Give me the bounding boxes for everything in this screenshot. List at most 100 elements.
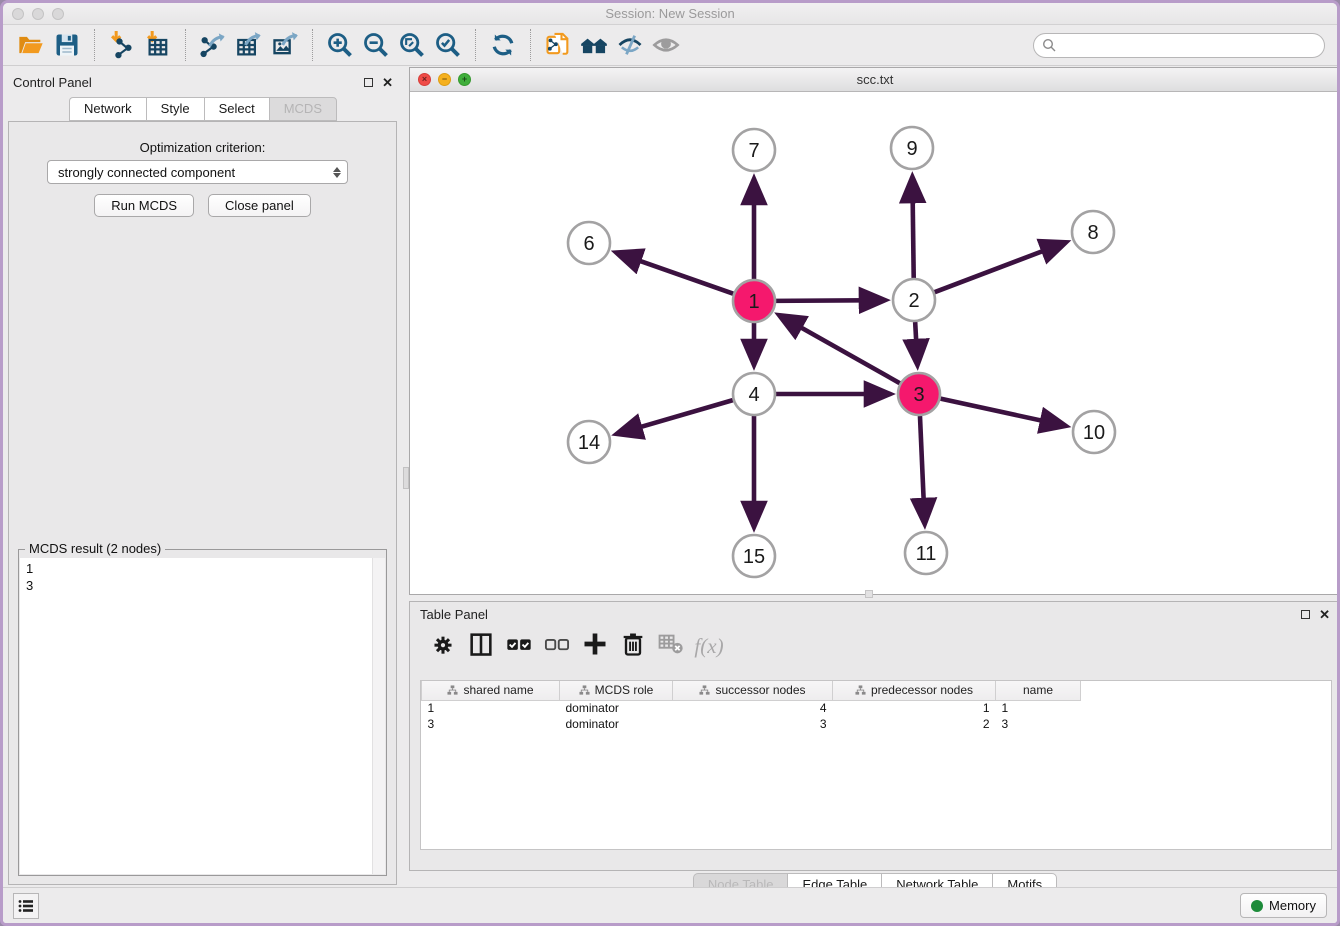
table-cell[interactable]: 1 [996, 700, 1081, 716]
table-row[interactable]: 1dominator411 [422, 700, 1081, 716]
graph-node-11[interactable]: 11 [905, 532, 947, 574]
graph-node-3[interactable]: 3 [898, 373, 940, 415]
home-layout-icon [580, 31, 608, 59]
graph-node-8[interactable]: 8 [1072, 211, 1114, 253]
node-label: 3 [913, 384, 924, 406]
import-table-icon [144, 31, 172, 59]
graph-node-14[interactable]: 14 [568, 421, 610, 463]
run-mcds-button[interactable]: Run MCDS [94, 194, 194, 217]
export-image-button[interactable] [267, 28, 303, 62]
table-cell[interactable]: 3 [673, 716, 833, 732]
table-cell[interactable]: 3 [996, 716, 1081, 732]
network-graph: 7 9 6 8 1 2 4 3 14 10 15 11 [410, 92, 1340, 594]
copy-network-button[interactable] [540, 28, 576, 62]
node-label: 11 [916, 543, 937, 565]
network-canvas[interactable]: 7 9 6 8 1 2 4 3 14 10 15 11 [410, 92, 1340, 594]
node-label: 6 [583, 233, 594, 255]
table-cell[interactable]: 2 [833, 716, 996, 732]
memory-button[interactable]: Memory [1240, 893, 1327, 918]
float-table-panel-icon[interactable] [1301, 610, 1310, 619]
deselect-all-button[interactable] [540, 630, 574, 662]
zoom-out-button[interactable] [358, 28, 394, 62]
apply-layout-button[interactable] [485, 28, 521, 62]
delete-column-button[interactable] [616, 630, 650, 662]
close-table-panel-icon[interactable]: ✕ [1319, 608, 1330, 621]
table-body: 1dominator4113dominator323 [422, 700, 1081, 732]
show-graphics-icon [652, 31, 680, 59]
column-tree-icon [855, 685, 866, 696]
close-panel-button[interactable]: Close panel [208, 194, 311, 217]
home-layout-button[interactable] [576, 28, 612, 62]
node-label: 1 [748, 291, 759, 313]
graph-node-7[interactable]: 7 [733, 129, 775, 171]
open-file-button[interactable] [13, 28, 49, 62]
column-header-mcds-role[interactable]: MCDS role [560, 681, 673, 700]
table-cell[interactable]: 1 [422, 700, 560, 716]
tab-network[interactable]: Network [69, 97, 146, 121]
criterion-selected-value: strongly connected component [58, 165, 235, 180]
column-header-predecessor-nodes[interactable]: predecessor nodes [833, 681, 996, 700]
close-panel-icon[interactable]: ✕ [382, 76, 393, 89]
edge-2-3[interactable] [915, 322, 917, 364]
search-box[interactable] [1033, 33, 1325, 58]
network-titlebar[interactable]: × − + scc.txt [410, 68, 1340, 92]
tab-style[interactable]: Style [146, 97, 204, 121]
export-table-button[interactable] [231, 28, 267, 62]
mcds-result-text[interactable]: 1 3 [20, 558, 372, 874]
tab-select[interactable]: Select [204, 97, 269, 121]
zoom-fit-icon [398, 31, 426, 59]
import-table-button[interactable] [140, 28, 176, 62]
zoom-in-icon [326, 31, 354, 59]
graph-node-6[interactable]: 6 [568, 222, 610, 264]
network-resize-handle[interactable] [865, 590, 873, 598]
table-cell[interactable]: dominator [560, 700, 673, 716]
float-panel-icon[interactable] [364, 78, 373, 87]
node-label: 9 [906, 138, 917, 160]
function-builder-icon: f(x) [694, 634, 723, 659]
add-column-button[interactable] [578, 630, 612, 662]
zoom-fit-button[interactable] [394, 28, 430, 62]
edge-4-14[interactable] [618, 400, 733, 433]
save-session-button[interactable] [49, 28, 85, 62]
graph-node-10[interactable]: 10 [1073, 411, 1115, 453]
select-all-button[interactable] [502, 630, 536, 662]
graph-node-2[interactable]: 2 [893, 279, 935, 321]
graph-node-4[interactable]: 4 [733, 373, 775, 415]
settings-gear-button[interactable] [426, 630, 460, 662]
search-icon [1042, 38, 1056, 52]
edge-2-9[interactable] [912, 178, 913, 278]
tab-mcds[interactable]: MCDS [269, 97, 337, 121]
hide-details-button[interactable] [612, 28, 648, 62]
export-network-button[interactable] [195, 28, 231, 62]
edge-1-2[interactable] [776, 300, 884, 301]
column-tree-icon [579, 685, 590, 696]
graph-node-1[interactable]: 1 [733, 280, 775, 322]
table-row[interactable]: 3dominator323 [422, 716, 1081, 732]
table-cell[interactable]: dominator [560, 716, 673, 732]
column-header-name[interactable]: name [996, 681, 1081, 700]
edge-3-10[interactable] [940, 399, 1064, 426]
graph-node-9[interactable]: 9 [891, 127, 933, 169]
table-cell[interactable]: 1 [833, 700, 996, 716]
split-panel-button[interactable] [464, 630, 498, 662]
node-label: 14 [578, 432, 600, 454]
edge-3-11[interactable] [920, 416, 925, 523]
table-cell[interactable]: 4 [673, 700, 833, 716]
graph-node-15[interactable]: 15 [733, 535, 775, 577]
column-header-successor-nodes[interactable]: successor nodes [673, 681, 833, 700]
zoom-in-button[interactable] [322, 28, 358, 62]
table-cell[interactable]: 3 [422, 716, 560, 732]
toolbar-separator [530, 29, 531, 61]
task-history-button[interactable] [13, 893, 39, 919]
result-scrollbar[interactable] [372, 558, 385, 874]
search-input[interactable] [1061, 38, 1316, 53]
zoom-selected-button[interactable] [430, 28, 466, 62]
edge-2-8[interactable] [935, 243, 1065, 293]
criterion-select[interactable]: strongly connected component [47, 160, 348, 184]
window-title: Session: New Session [3, 6, 1337, 21]
column-tree-icon [699, 685, 710, 696]
column-header-shared-name[interactable]: shared name [422, 681, 560, 700]
edge-1-6[interactable] [617, 253, 733, 294]
import-network-button[interactable] [104, 28, 140, 62]
edge-3-1[interactable] [780, 316, 900, 383]
